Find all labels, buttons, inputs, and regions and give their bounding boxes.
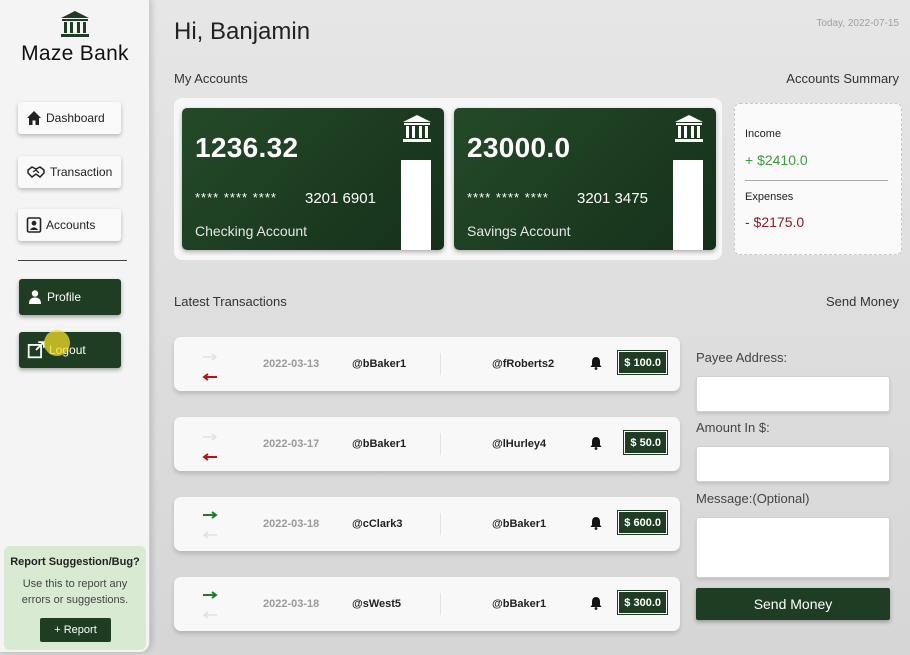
account-balance: 23000.0 <box>467 132 571 163</box>
transaction-amount: $ 50.0 <box>623 430 668 455</box>
account-type: Savings Account <box>467 223 571 239</box>
checking-account-card[interactable]: 1236.32 **** **** **** 3201 6901 Checkin… <box>182 108 444 250</box>
sidebar-item-label: Dashboard <box>46 111 105 125</box>
accounts-summary-panel: Income + $2410.0 Expenses - $2175.0 <box>734 103 902 255</box>
transaction-date: 2022-03-17 <box>263 438 320 450</box>
expenses-label: Expenses <box>745 191 794 203</box>
profile-label: Profile <box>47 290 82 304</box>
payee-address-input[interactable] <box>696 376 890 412</box>
report-button[interactable]: + Report <box>40 618 111 642</box>
transaction-amount: $ 600.0 <box>617 510 668 535</box>
transaction-sender: @bBaker1 <box>352 438 407 450</box>
column-divider <box>440 353 441 375</box>
savings-account-card[interactable]: 23000.0 **** **** **** 3201 3475 Savings… <box>454 108 716 250</box>
user-icon <box>29 290 41 304</box>
logout-button[interactable]: Logout <box>19 332 121 368</box>
bell-icon[interactable] <box>589 356 603 370</box>
greeting: Hi, Banjamin <box>174 18 311 45</box>
card-number-mask: **** **** **** <box>467 190 549 205</box>
income-label: Income <box>745 128 782 140</box>
sidebar-divider <box>18 260 127 261</box>
home-icon <box>27 111 41 125</box>
sidebar: Maze Bank Dashboard Transaction Accounts… <box>0 0 150 652</box>
bank-icon <box>403 115 431 142</box>
amount-label: Amount In $: <box>696 420 770 435</box>
card-number: 3201 6901 <box>305 190 376 207</box>
account-type: Checking Account <box>195 223 308 239</box>
incoming-transfer-icon <box>202 511 218 539</box>
latest-transactions-heading: Latest Transactions <box>174 294 287 309</box>
bank-icon <box>675 115 703 142</box>
sidebar-item-transaction[interactable]: Transaction <box>18 156 121 188</box>
sidebar-item-label: Accounts <box>46 218 96 232</box>
accounts-summary-heading: Accounts Summary <box>786 71 899 86</box>
summary-divider <box>745 180 888 181</box>
bell-icon[interactable] <box>589 596 603 610</box>
send-money-button[interactable]: Send Money <box>696 588 890 620</box>
sidebar-item-accounts[interactable]: Accounts <box>18 209 121 241</box>
card-number: 3201 3475 <box>577 190 648 207</box>
handshake-icon <box>27 166 45 178</box>
outgoing-transfer-icon <box>202 353 218 381</box>
transaction-receiver: @lHurley4 <box>492 438 547 450</box>
report-panel: Report Suggestion/Bug? Use this to repor… <box>4 546 146 650</box>
transaction-sender: @bBaker1 <box>352 358 407 370</box>
sidebar-item-label: Transaction <box>50 165 113 179</box>
card-number-mask: **** **** **** <box>195 190 277 205</box>
transaction-receiver: @bBaker1 <box>492 518 547 530</box>
report-description: Use this to report any errors or suggest… <box>21 578 129 606</box>
column-divider <box>440 593 441 615</box>
transaction-date: 2022-03-18 <box>263 518 320 530</box>
account-box-icon <box>26 217 42 233</box>
today-date: Today, 2022-07-15 <box>816 18 899 29</box>
report-title: Report Suggestion/Bug? <box>10 556 140 568</box>
message-label: Message:(Optional) <box>696 491 810 506</box>
amount-input[interactable] <box>696 446 890 482</box>
transaction-sender: @sWest5 <box>352 598 402 610</box>
transaction-row[interactable]: 2022-03-13 @bBaker1 @fRoberts2 $ 100.0 <box>174 337 680 391</box>
brand-name: Maze Bank <box>21 42 129 65</box>
mouse-cursor-highlight <box>44 330 70 356</box>
transaction-date: 2022-03-13 <box>263 358 320 370</box>
bank-icon <box>61 11 89 37</box>
incoming-transfer-icon <box>202 591 218 619</box>
sidebar-item-dashboard[interactable]: Dashboard <box>18 102 121 134</box>
outgoing-transfer-icon <box>202 433 218 461</box>
transaction-row[interactable]: 2022-03-17 @bBaker1 @lHurley4 $ 50.0 <box>174 417 680 471</box>
column-divider <box>440 513 441 535</box>
my-accounts-heading: My Accounts <box>174 71 248 86</box>
message-textarea[interactable] <box>696 517 890 578</box>
send-money-heading: Send Money <box>826 294 899 309</box>
account-balance: 1236.32 <box>195 132 299 163</box>
card-stripe <box>673 160 703 250</box>
payee-address-label: Payee Address: <box>696 350 788 365</box>
card-stripe <box>401 160 431 250</box>
bell-icon[interactable] <box>589 516 603 530</box>
external-link-icon <box>27 341 45 359</box>
transaction-row[interactable]: 2022-03-18 @sWest5 @bBaker1 $ 300.0 <box>174 577 680 631</box>
transaction-date: 2022-03-18 <box>263 598 320 610</box>
bell-icon[interactable] <box>589 436 603 450</box>
income-value: + $2410.0 <box>745 152 808 168</box>
expenses-value: - $2175.0 <box>745 214 805 230</box>
column-divider <box>440 433 441 455</box>
transaction-amount: $ 300.0 <box>617 590 668 615</box>
transaction-receiver: @fRoberts2 <box>492 358 555 370</box>
transaction-amount: $ 100.0 <box>617 350 668 375</box>
transaction-row[interactable]: 2022-03-18 @cClark3 @bBaker1 $ 600.0 <box>174 497 680 551</box>
transaction-receiver: @bBaker1 <box>492 598 547 610</box>
transaction-sender: @cClark3 <box>352 518 403 530</box>
profile-button[interactable]: Profile <box>19 279 121 315</box>
